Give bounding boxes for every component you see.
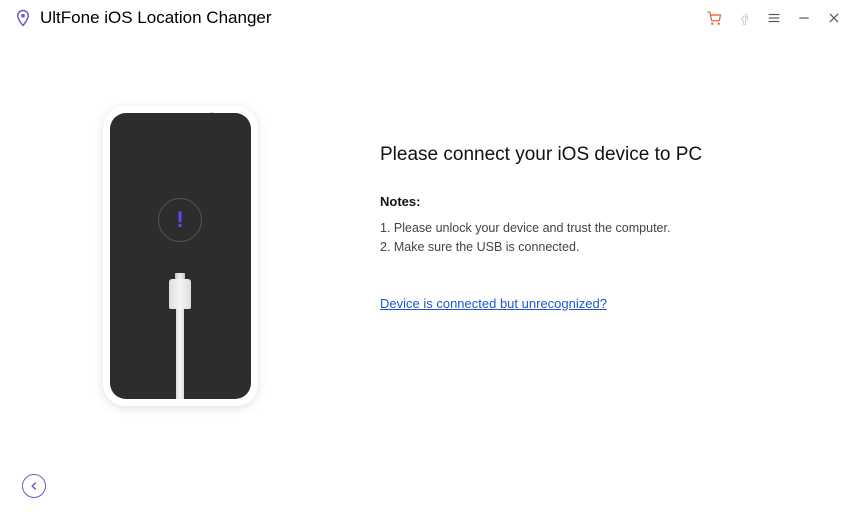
main-content: ! Please connect your iOS device to PC N… — [0, 36, 855, 446]
notes-list: 1. Please unlock your device and trust t… — [380, 219, 815, 257]
notes-label: Notes: — [380, 194, 815, 209]
note-item: 1. Please unlock your device and trust t… — [380, 219, 815, 238]
cart-icon[interactable] — [707, 11, 721, 25]
app-title: UltFone iOS Location Changer — [40, 8, 272, 28]
exclamation-icon: ! — [176, 207, 183, 233]
app-logo-icon — [14, 9, 32, 27]
phone-frame: ! — [103, 106, 258, 406]
connect-heading: Please connect your iOS device to PC — [380, 144, 815, 166]
facebook-icon[interactable] — [737, 11, 751, 25]
phone-screen: ! — [110, 113, 251, 399]
usb-cable-icon — [169, 279, 191, 399]
titlebar-controls — [707, 11, 841, 25]
close-icon[interactable] — [827, 11, 841, 25]
menu-icon[interactable] — [767, 11, 781, 25]
alert-icon: ! — [158, 198, 202, 242]
note-item: 2. Make sure the USB is connected. — [380, 238, 815, 257]
back-button[interactable] — [22, 474, 46, 498]
phone-illustration: ! — [40, 66, 320, 446]
unrecognized-help-link[interactable]: Device is connected but unrecognized? — [380, 296, 607, 311]
titlebar: UltFone iOS Location Changer — [0, 0, 855, 36]
minimize-icon[interactable] — [797, 11, 811, 25]
info-panel: Please connect your iOS device to PC Not… — [380, 66, 815, 446]
titlebar-left: UltFone iOS Location Changer — [14, 8, 272, 28]
